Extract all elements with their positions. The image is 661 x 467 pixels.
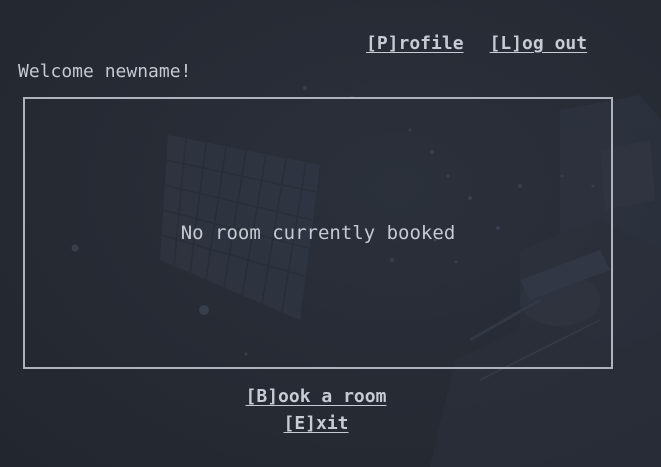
top-nav: [P]rofile [L]og out — [366, 33, 587, 54]
logout-link[interactable]: [L]og out — [490, 33, 588, 54]
exit-link[interactable]: [E]xit — [283, 411, 348, 437]
book-room-link[interactable]: [B]ook a room — [246, 384, 387, 410]
profile-link[interactable]: [P]rofile — [366, 33, 464, 54]
welcome-message: Welcome newname! — [18, 61, 192, 82]
booking-status-text: No room currently booked — [180, 222, 456, 244]
action-menu: [B]ook a room [E]xit — [0, 384, 632, 437]
booking-panel: No room currently booked — [23, 97, 613, 369]
app-screen: [P]rofile [L]og out Welcome newname! No … — [0, 0, 661, 467]
